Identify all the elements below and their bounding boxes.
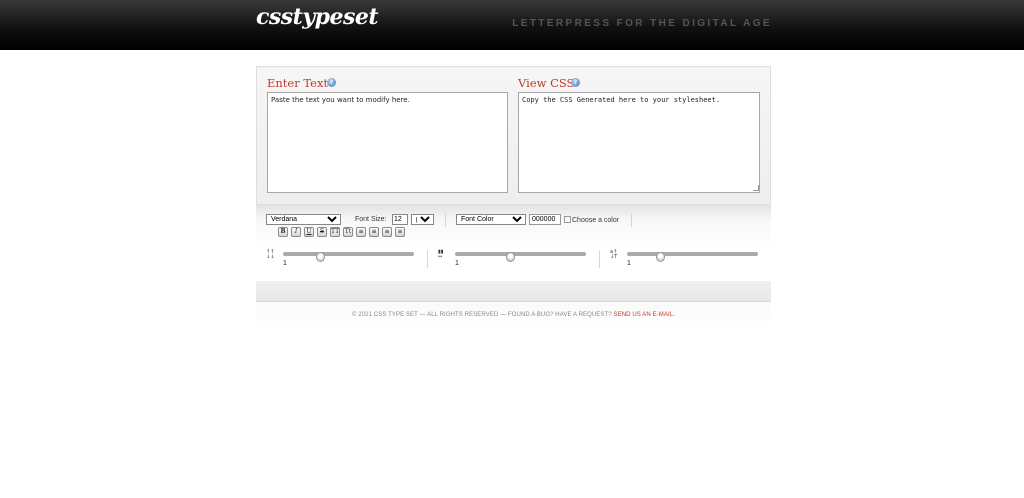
- font-size-label: Font Size:: [355, 216, 387, 223]
- broken-image-icon: [564, 216, 571, 223]
- align-center-button[interactable]: ≡: [369, 227, 379, 237]
- letter-spacing-slider-thumb[interactable]: [506, 252, 516, 262]
- choose-color-label: Choose a color: [572, 217, 620, 224]
- site-tagline: LETTERPRESS FOR THE DIGITAL AGE: [512, 18, 772, 29]
- font-unit-select[interactable]: px: [411, 214, 434, 225]
- letter-spacing-icon: ▮▮ ↔: [438, 249, 444, 260]
- line-height-slider-group: ↑↑ ↓↓ 1: [266, 248, 416, 272]
- word-spacing-slider[interactable]: [627, 252, 758, 262]
- letter-spacing-slider[interactable]: [455, 252, 586, 262]
- view-css-help-icon[interactable]: ?: [571, 78, 580, 87]
- justify-button[interactable]: ≡: [395, 227, 405, 237]
- word-spacing-slider-thumb[interactable]: [655, 252, 665, 262]
- footer-text: © 2021 CSS TYPE SET — ALL RIGHTS RESERVE…: [256, 312, 771, 318]
- italic-button[interactable]: I: [291, 227, 301, 237]
- bold-button[interactable]: B: [278, 227, 288, 237]
- site-logo[interactable]: csstypeset: [256, 4, 379, 30]
- line-height-slider-thumb[interactable]: [315, 252, 325, 262]
- word-spacing-icon: a↑ ↓T: [610, 249, 618, 260]
- divider: [427, 250, 428, 268]
- capitalize-button[interactable]: Tt: [343, 227, 353, 237]
- format-buttons: B I U S TT Tt ≡ ≡ ≡ ≡: [278, 227, 408, 237]
- textarea-resize-handle[interactable]: [753, 185, 759, 191]
- color-hex-input[interactable]: [529, 214, 561, 225]
- site-footer: © 2021 CSS TYPE SET — ALL RIGHTS RESERVE…: [256, 303, 771, 329]
- text-panels: Enter Text ? Paste the text you want to …: [256, 66, 771, 205]
- footer-band: [256, 281, 771, 302]
- line-height-slider[interactable]: [283, 252, 414, 262]
- color-picker-button[interactable]: Choose a color: [564, 216, 619, 224]
- enter-text-help-icon[interactable]: ?: [327, 78, 336, 87]
- enter-text-title: Enter Text: [267, 76, 329, 90]
- letter-spacing-slider-group: ▮▮ ↔ 1: [438, 248, 588, 272]
- view-css-title: View CSS: [518, 76, 575, 90]
- letter-spacing-value: 1: [455, 260, 459, 267]
- line-height-value: 1: [283, 260, 287, 267]
- divider: [631, 213, 632, 227]
- font-family-select[interactable]: Verdana: [266, 214, 341, 225]
- footer-copyright: © 2021 CSS TYPE SET — ALL RIGHTS RESERVE…: [352, 312, 612, 318]
- align-right-button[interactable]: ≡: [382, 227, 392, 237]
- enter-text-input[interactable]: Paste the text you want to modify here.: [267, 92, 508, 193]
- line-height-icon: ↑↑ ↓↓: [266, 249, 275, 260]
- divider: [599, 250, 600, 268]
- uppercase-button[interactable]: TT: [330, 227, 340, 237]
- font-color-select[interactable]: Font Color: [456, 214, 526, 225]
- type-controls: Verdana Font Size: px Font Color Choose …: [256, 205, 771, 281]
- font-size-input[interactable]: [392, 214, 408, 225]
- divider: [445, 213, 446, 227]
- align-left-button[interactable]: ≡: [356, 227, 366, 237]
- strikethrough-button[interactable]: S: [317, 227, 327, 237]
- underline-button[interactable]: U: [304, 227, 314, 237]
- email-link[interactable]: SEND US AN E-MAIL.: [614, 312, 675, 318]
- site-header: csstypeset LETTERPRESS FOR THE DIGITAL A…: [0, 0, 1024, 50]
- word-spacing-value: 1: [627, 260, 631, 267]
- css-output-textarea[interactable]: Copy the CSS Generated here to your styl…: [518, 92, 760, 193]
- word-spacing-slider-group: a↑ ↓T 1: [610, 248, 760, 272]
